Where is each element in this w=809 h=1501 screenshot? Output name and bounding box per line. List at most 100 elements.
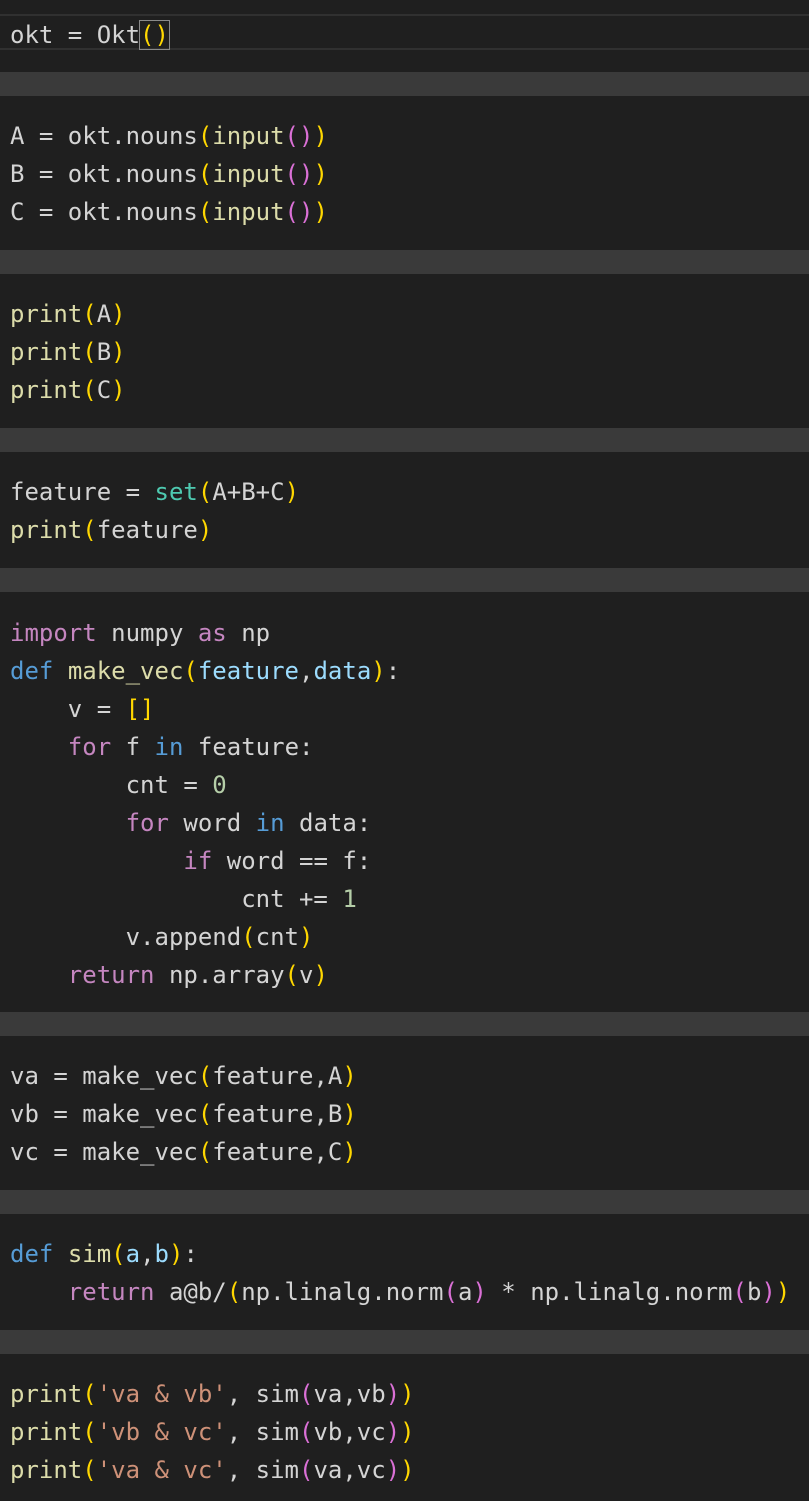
code-token: b (154, 1240, 169, 1268)
code-token: vc = make_vec (10, 1138, 198, 1166)
code-token: , sim (226, 1380, 299, 1408)
code-token: ( (82, 376, 97, 404)
code-line[interactable]: cnt = 0 (10, 766, 227, 804)
cell-print-abc[interactable]: print(A) print(B) print(C) (0, 274, 809, 428)
code-token: ( (299, 1380, 314, 1408)
code-line[interactable]: v = [] (10, 690, 155, 728)
code-token: word == f: (212, 847, 372, 875)
code-line[interactable]: C = okt.nouns(input()) (10, 193, 328, 231)
code-line[interactable]: va = make_vec(feature,A) (10, 1057, 357, 1095)
code-line[interactable]: v.append(cnt) (10, 918, 314, 956)
code-line[interactable]: if word == f: (10, 842, 371, 880)
code-line[interactable]: def make_vec(feature,data): (10, 652, 400, 690)
code-token: print (10, 1456, 83, 1484)
code-line[interactable]: return a@b/(np.linalg.norm(a) * np.linal… (10, 1273, 791, 1311)
code-token: ) (775, 1278, 791, 1306)
code-token: va,vc (313, 1456, 386, 1484)
code-line[interactable]: for f in feature: (10, 728, 314, 766)
code-token: make_vec (67, 657, 184, 685)
code-token: as (197, 619, 227, 647)
code-token: ) (761, 1278, 776, 1306)
code-token: ( (197, 1138, 213, 1166)
code-token: ) (385, 1380, 401, 1408)
code-token: ) (400, 1380, 415, 1408)
code-line[interactable]: print('va & vb', sim(va,vb)) (10, 1375, 415, 1413)
code-token: a@b/ (154, 1278, 227, 1306)
code-token: feature,A (212, 1062, 343, 1090)
code-line[interactable]: print(C) (10, 371, 126, 409)
code-token: feature (197, 657, 300, 685)
code-line[interactable]: vb = make_vec(feature,B) (10, 1095, 357, 1133)
code-token: numpy (96, 619, 198, 647)
code-token: () (284, 198, 314, 226)
code-token: input (212, 160, 285, 188)
code-token: 'va & vc' (96, 1456, 227, 1484)
cell-print-sim[interactable]: print('va & vb', sim(va,vb)) print ( 'vb & … (0, 1354, 809, 1501)
code-line[interactable]: print(B) (10, 333, 126, 371)
code-token: ( (299, 1418, 314, 1446)
code-token: va,vb (313, 1380, 386, 1408)
code-line[interactable]: print('va & vc', sim(va,vc)) (10, 1451, 415, 1489)
code-token: np.linalg.norm (241, 1278, 444, 1306)
code-token: 'vb & vc' (96, 1418, 227, 1446)
code-token: * np.linalg.norm (486, 1278, 733, 1306)
code-token: ( (197, 1062, 213, 1090)
code-token: ) (313, 961, 328, 989)
code-token: B = okt.nouns (10, 160, 198, 188)
code-line[interactable]: print('vb & vc', sim(vb,vc)) (10, 1413, 415, 1451)
code-line[interactable]: for word in data: (10, 804, 372, 842)
code-token: in (154, 733, 184, 761)
code-line[interactable]: print(A) (10, 295, 126, 333)
code-token: , sim (226, 1456, 299, 1484)
code-token: () (284, 122, 314, 150)
code-token: ) (371, 657, 386, 685)
code-token: : (385, 657, 401, 685)
code-line[interactable]: okt = Okt() (10, 16, 170, 54)
code-line[interactable]: def sim(a,b): (10, 1235, 198, 1273)
code-line[interactable]: print(feature) (10, 511, 212, 549)
code-token: , (299, 657, 314, 685)
code-line[interactable]: feature = set(A+B+C) (10, 473, 299, 511)
code-token: print (10, 300, 83, 328)
code-token: print (10, 516, 83, 544)
code-token: ) (385, 1456, 401, 1484)
code-token: ( (111, 1240, 126, 1268)
code-token: feature,B (212, 1100, 343, 1128)
code-token: for (125, 809, 169, 837)
code-line[interactable]: B = okt.nouns(input()) (10, 155, 328, 193)
code-token: ) (299, 923, 314, 951)
cell-feature-set[interactable]: feature = set(A+B+C) print(feature) (0, 452, 809, 568)
code-token: vb,vc (313, 1418, 386, 1446)
code-token: v.append (10, 923, 242, 951)
cell-make-vec[interactable]: import numpy as np def make_vec(feature,d… (0, 592, 809, 1012)
code-token: f (111, 733, 155, 761)
code-token: ) (400, 1456, 415, 1484)
code-token: a (457, 1278, 473, 1306)
cell-make-vectors[interactable]: va = make_vec(feature,A) vb = make_vec(fe… (0, 1036, 809, 1190)
code-line[interactable]: cnt += 1 (10, 880, 357, 918)
code-token: ) (111, 300, 126, 328)
code-token: ) (385, 1418, 401, 1446)
code-token: ) (342, 1062, 357, 1090)
code-token: B (96, 338, 112, 366)
code-line[interactable]: return np.array(v) (10, 956, 328, 994)
code-token: feature: (183, 733, 314, 761)
code-token: ( (197, 160, 213, 188)
code-token: A = okt.nouns (10, 122, 198, 150)
code-token: ) (313, 122, 328, 150)
cell-okt-init[interactable]: okt = Okt() (0, 0, 809, 72)
code-line[interactable]: import numpy as np (10, 614, 270, 652)
code-token: v (299, 961, 314, 989)
cell-sim-def[interactable]: def sim(a,b): return a@b/(np.linalg.norm… (0, 1214, 809, 1330)
code-token: ( (299, 1456, 314, 1484)
code-token: ( (183, 657, 198, 685)
code-token: def (10, 1240, 54, 1268)
code-token: for (67, 733, 112, 761)
cell-nouns-input[interactable]: A = okt.nouns(input()) B = okt.nouns(inpu… (0, 96, 809, 250)
code-line[interactable]: vc = make_vec(feature,C) (10, 1133, 357, 1171)
code-token: print (10, 376, 83, 404)
code-token: ( (226, 1278, 242, 1306)
code-line[interactable]: A = okt.nouns(input()) (10, 117, 328, 155)
